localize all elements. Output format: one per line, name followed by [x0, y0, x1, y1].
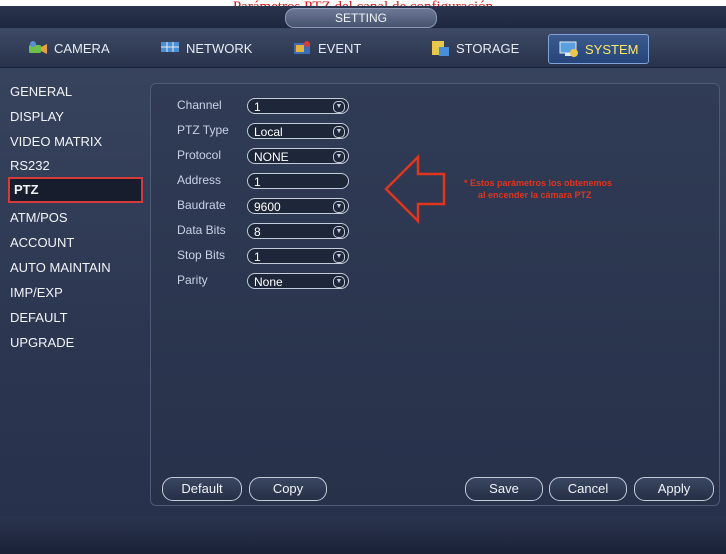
network-icon: [160, 39, 180, 57]
sidebar-item-general[interactable]: GENERAL: [10, 82, 142, 102]
event-icon: [292, 39, 312, 57]
parity-select[interactable]: None ▼: [247, 273, 349, 289]
copy-button[interactable]: Copy: [249, 477, 327, 501]
title-bar: SETTING: [0, 6, 726, 28]
sidebar-item-auto-maintain[interactable]: AUTO MAINTAIN: [10, 258, 142, 278]
sidebar-item-display[interactable]: DISPLAY: [10, 107, 142, 127]
tab-event[interactable]: EVENT: [292, 34, 361, 62]
camera-icon: [28, 39, 48, 57]
sidebar-item-upgrade[interactable]: UPGRADE: [10, 333, 142, 353]
storage-icon: [430, 39, 450, 57]
tab-network[interactable]: NETWORK: [160, 34, 252, 62]
sidebar-item-default[interactable]: DEFAULT: [10, 308, 142, 328]
data-bits-value: 8: [254, 225, 261, 239]
protocol-value: NONE: [254, 150, 289, 164]
tab-camera[interactable]: CAMERA: [28, 34, 110, 62]
stop-bits-value: 1: [254, 250, 261, 264]
chevron-down-icon: ▼: [333, 151, 345, 163]
chevron-down-icon: ▼: [333, 126, 345, 138]
tab-bar: CAMERA NETWORK EVENT STORAGE SYSTEM: [0, 29, 726, 68]
sidebar-item-rs232[interactable]: RS232: [10, 156, 142, 176]
dvr-screen: SETTING CAMERA NETWORK EVENT STORAGE SYS…: [0, 6, 726, 554]
sidebar-item-ptz[interactable]: PTZ: [8, 177, 143, 203]
data-bits-label: Data Bits: [177, 223, 226, 237]
chevron-down-icon: ▼: [333, 226, 345, 238]
default-button[interactable]: Default: [162, 477, 242, 501]
bottom-bar: [0, 517, 726, 554]
save-button[interactable]: Save: [465, 477, 543, 501]
address-input[interactable]: 1: [247, 173, 349, 189]
parity-label: Parity: [177, 273, 208, 287]
arrow-left-icon: [384, 154, 446, 224]
tab-storage-label: STORAGE: [456, 40, 520, 56]
baudrate-value: 9600: [254, 200, 281, 214]
ptz-type-select[interactable]: Local ▼: [247, 123, 349, 139]
baudrate-select[interactable]: 9600 ▼: [247, 198, 349, 214]
annotation-line-1: * Estos parámetros los obtenemos: [464, 178, 613, 188]
chevron-down-icon: ▼: [333, 251, 345, 263]
chevron-down-icon: ▼: [333, 201, 345, 213]
annotation-line-2: al encender la cámara PTZ: [478, 190, 592, 200]
sidebar-item-video-matrix[interactable]: VIDEO MATRIX: [10, 132, 142, 152]
sidebar-item-imp-exp[interactable]: IMP/EXP: [10, 283, 142, 303]
protocol-label: Protocol: [177, 148, 222, 162]
protocol-select[interactable]: NONE ▼: [247, 148, 349, 164]
ptz-type-value: Local: [254, 125, 283, 139]
channel-select[interactable]: 1 ▼: [247, 98, 349, 114]
sidebar-item-atm-pos[interactable]: ATM/POS: [10, 208, 142, 228]
ptz-type-label: PTZ Type: [177, 123, 229, 137]
cancel-button[interactable]: Cancel: [549, 477, 627, 501]
sidebar: GENERAL DISPLAY VIDEO MATRIX RS232 PTZ A…: [4, 70, 144, 510]
address-label: Address: [177, 173, 222, 187]
tab-system-label: SYSTEM: [585, 41, 639, 57]
tab-event-label: EVENT: [318, 40, 362, 56]
annotation-note: * Estos parámetros los obtenemos al ence…: [464, 177, 612, 201]
window-title: SETTING: [285, 8, 437, 28]
parity-value: None: [254, 275, 283, 289]
stop-bits-select[interactable]: 1 ▼: [247, 248, 349, 264]
channel-value: 1: [254, 100, 261, 114]
system-icon: [559, 40, 579, 58]
baudrate-label: Baudrate: [177, 198, 226, 212]
tab-network-label: NETWORK: [186, 40, 253, 56]
chevron-down-icon: ▼: [333, 276, 345, 288]
tab-system[interactable]: SYSTEM: [548, 34, 650, 64]
channel-label: Channel: [177, 98, 222, 112]
apply-button[interactable]: Apply: [634, 477, 714, 501]
tab-camera-label: CAMERA: [54, 40, 110, 56]
address-value: 1: [254, 175, 261, 189]
sidebar-item-account[interactable]: ACCOUNT: [10, 233, 142, 253]
data-bits-select[interactable]: 8 ▼: [247, 223, 349, 239]
stop-bits-label: Stop Bits: [177, 248, 226, 262]
tab-storage[interactable]: STORAGE: [430, 34, 519, 62]
ptz-settings-panel: Channel 1 ▼ PTZ Type Local ▼ Protocol NO…: [150, 83, 720, 506]
chevron-down-icon: ▼: [333, 101, 345, 113]
